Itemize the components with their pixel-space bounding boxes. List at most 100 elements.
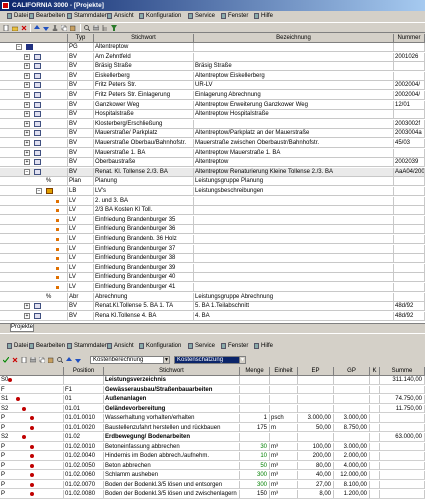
cell-nummer[interactable]: 2002004/ xyxy=(394,81,425,91)
cell-typ[interactable]: BV xyxy=(68,52,94,62)
cell-k[interactable] xyxy=(370,442,380,451)
cell-stichwort[interactable]: Einfriedung Brandenburger 37 xyxy=(94,244,194,254)
down-arrow-icon[interactable] xyxy=(43,25,49,31)
tree-cell[interactable] xyxy=(0,215,68,225)
cell-k[interactable] xyxy=(370,433,380,441)
cell-stichwort[interactable]: Einfriedung Brandenburger 39 xyxy=(94,263,194,273)
cell-gp[interactable]: 4.000,00 xyxy=(334,461,370,470)
cell-stichwort[interactable]: Wasserhaltung vorhalten/erhalten xyxy=(104,414,240,422)
cell-stichwort[interactable]: Bräsig Straße xyxy=(94,62,194,72)
expander-icon[interactable]: + xyxy=(24,82,30,89)
position-row[interactable]: P 01.01.0010 Wasserhaltung vorhalten/erhal… xyxy=(0,414,425,423)
position-row[interactable]: F F1 Gewässerausbau/Straßenbauarbeiten xyxy=(0,385,425,394)
calc-type-select[interactable]: Kostenberechnung ▼ xyxy=(90,356,170,364)
expander-icon[interactable]: + xyxy=(24,120,30,127)
cell-summe[interactable]: 74.750,00 xyxy=(380,395,425,403)
delete-icon[interactable] xyxy=(12,357,18,363)
project-row[interactable]: LV Einfriedung Brandenburger 41 xyxy=(0,283,425,292)
cell-bezeichnung[interactable]: Leistungsgruppe Planung xyxy=(194,177,394,187)
cell-menge[interactable]: 300 xyxy=(240,480,270,489)
cell-stichwort[interactable]: Baustellenzufahrt herstellen und rückbau… xyxy=(104,423,240,432)
cell-nummer[interactable]: AaA04/2004 xyxy=(394,167,425,177)
find-icon[interactable] xyxy=(84,25,90,31)
expander-icon[interactable]: + xyxy=(24,111,30,118)
cell-typ[interactable]: BV xyxy=(68,62,94,72)
cell-bezeichnung[interactable]: Mauerstraße zwischen Oberbaustr/Bahnhofs… xyxy=(194,139,394,148)
cell-position[interactable]: 01.02.0070 xyxy=(64,480,104,489)
position-row[interactable]: P 01.02.0080 Boden der Bodenkl.3/5 lösen u… xyxy=(0,490,425,499)
cell-bezeichnung[interactable]: UR-LV xyxy=(194,81,394,91)
cell-stichwort[interactable]: Einfriedung Brandenburger 41 xyxy=(94,283,194,292)
cut-icon[interactable] xyxy=(52,25,58,31)
cell-position[interactable]: 01.01 xyxy=(64,404,104,413)
cell-stichwort[interactable]: Erdbewegung/ Bodenarbeiten xyxy=(104,433,240,441)
cell-k[interactable] xyxy=(370,423,380,432)
cell-menge[interactable]: 300 xyxy=(240,471,270,479)
cell-stichwort[interactable]: Fritz Peters Str. Einlagerung xyxy=(94,91,194,100)
expander-icon[interactable]: + xyxy=(24,72,30,79)
cell-einheit[interactable] xyxy=(270,385,298,394)
cell-typ[interactable]: LV xyxy=(68,244,94,254)
cell-stichwort[interactable]: Mauerstraße Oberbau/Bahnhofstr. xyxy=(94,139,194,148)
cell-gp[interactable] xyxy=(334,433,370,441)
cell-gp[interactable] xyxy=(334,376,370,384)
cell-stichwort[interactable]: Abrechnung xyxy=(94,292,194,302)
expander-icon[interactable]: − xyxy=(36,188,42,194)
cell-menge[interactable]: 175 xyxy=(240,423,270,432)
level-cell[interactable]: P xyxy=(0,452,64,460)
cell-ep[interactable]: 50,00 xyxy=(298,423,334,432)
tree-cell[interactable] xyxy=(0,235,68,244)
cell-summe[interactable] xyxy=(380,452,425,460)
column-header-k[interactable]: K xyxy=(370,367,380,376)
cell-typ[interactable]: BV xyxy=(68,91,94,100)
up-arrow-icon[interactable] xyxy=(34,25,40,31)
cell-bezeichnung[interactable] xyxy=(194,52,394,62)
cell-menge[interactable]: 1 xyxy=(240,414,270,422)
cell-typ[interactable]: Abr xyxy=(68,292,94,302)
cell-ep[interactable]: 80,00 xyxy=(298,461,334,470)
project-row[interactable]: LV Einfriedung Brandenburger 35 xyxy=(0,215,425,225)
check-icon[interactable] xyxy=(3,357,9,363)
tree-cell[interactable]: + xyxy=(0,52,68,62)
cell-stichwort[interactable]: Rena Kl.Tollense 4. BA xyxy=(94,311,194,321)
cell-typ[interactable]: BV xyxy=(68,119,94,129)
menu-fenster[interactable]: Fenster xyxy=(221,11,248,21)
cell-typ[interactable]: LB xyxy=(68,187,94,196)
cell-bezeichnung[interactable]: Altentreptow Renaturierung Kleine Tollen… xyxy=(194,167,394,177)
cell-nummer[interactable] xyxy=(394,62,425,72)
cell-stichwort[interactable]: Ganzkower Weg xyxy=(94,100,194,110)
project-row[interactable]: − LB LV's Leistungsbeschreibungen xyxy=(0,187,425,196)
cell-menge[interactable]: 150 xyxy=(240,490,270,498)
find-icon[interactable] xyxy=(57,357,63,363)
column-header-einheit[interactable]: Einheit xyxy=(270,367,298,376)
project-row[interactable]: + BV Renat.Kl.Tollense 5. BA 1. TA 5. BA 1.… xyxy=(0,302,425,312)
cell-summe[interactable] xyxy=(380,385,425,394)
project-row[interactable]: + BV Bräsig Straße Bräsig Straße xyxy=(0,62,425,72)
cell-stichwort[interactable]: Einfriedung Brandenburger 35 xyxy=(94,215,194,225)
project-row[interactable]: − PG Altentreptow xyxy=(0,43,425,52)
tree-cell[interactable]: + xyxy=(0,100,68,110)
cell-typ[interactable]: BV xyxy=(68,148,94,158)
cell-summe[interactable] xyxy=(380,471,425,479)
column-header-menge[interactable]: Menge xyxy=(240,367,270,376)
cell-summe[interactable] xyxy=(380,414,425,422)
title-bar[interactable]: CALIFORNIA 3000 - [Projekte] xyxy=(0,0,425,11)
cell-ep[interactable] xyxy=(298,385,334,394)
menu-ansicht[interactable]: Ansicht xyxy=(107,341,134,351)
cell-stichwort[interactable]: Außenanlagen xyxy=(104,395,240,403)
project-row[interactable]: + BV Rena Kl.Tollense 4. BA 4. BA 48d/92 xyxy=(0,311,425,321)
tree-cell[interactable]: + xyxy=(0,311,68,321)
expander-icon[interactable]: + xyxy=(24,312,30,319)
menu-service[interactable]: Service xyxy=(188,341,215,351)
cell-stichwort[interactable]: Boden der Bodenkl.3/5 lösen und entsorge… xyxy=(104,480,240,489)
cell-stichwort[interactable]: Eiskellerberg xyxy=(94,71,194,81)
paste-icon[interactable] xyxy=(70,25,76,31)
cell-k[interactable] xyxy=(370,452,380,460)
project-row[interactable]: % Plan Planung Leistungsgruppe Planung xyxy=(0,177,425,187)
cell-bezeichnung[interactable] xyxy=(194,206,394,216)
cell-bezeichnung[interactable]: Einlagerung Abrechnung xyxy=(194,91,394,100)
column-header-gp[interactable]: GP xyxy=(334,367,370,376)
cell-nummer[interactable] xyxy=(394,263,425,273)
tree-cell[interactable] xyxy=(0,244,68,254)
cell-stichwort[interactable]: Renat.Kl.Tollense 5. BA 1. TA xyxy=(94,302,194,312)
